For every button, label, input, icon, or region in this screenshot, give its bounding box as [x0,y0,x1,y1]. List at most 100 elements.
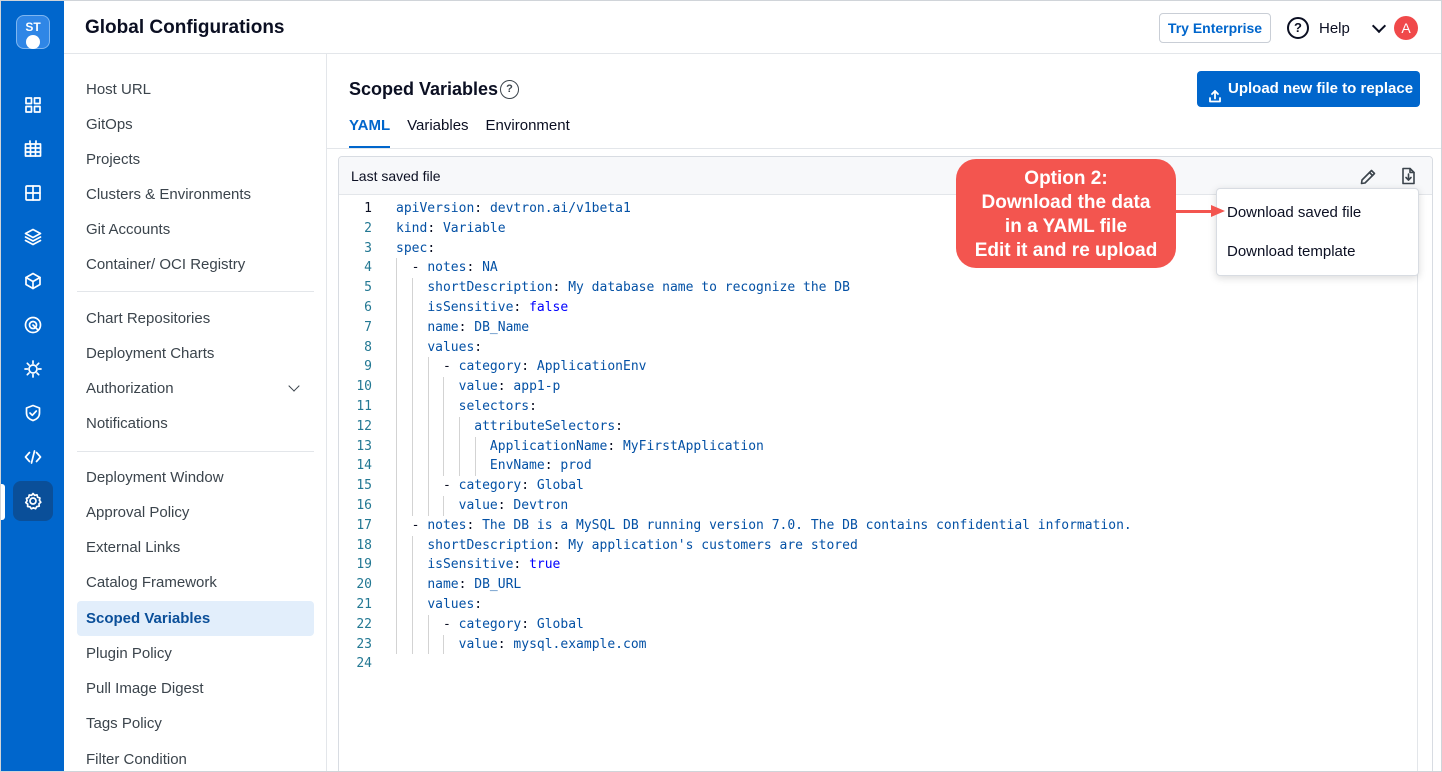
indent-guide [475,436,476,477]
code-line: 22 - category: Global [339,615,584,635]
shield-check-icon[interactable] [13,393,53,433]
settings-icon[interactable] [13,481,53,521]
code-line: 19 isSensitive: true [339,555,560,575]
nav-item-deployment-charts[interactable]: Deployment Charts [77,336,314,371]
code-line: 7 name: DB_Name [339,318,529,338]
help-menu[interactable]: ? Help [1287,17,1386,39]
nav-item-approval-policy[interactable]: Approval Policy [77,495,314,530]
line-number: 18 [356,537,372,553]
tab-yaml[interactable]: YAML [349,117,391,148]
nav-item-clusters[interactable]: Clusters & Environments [77,177,314,212]
nav-item-catalog-framework[interactable]: Catalog Framework [77,565,314,600]
line-number: 16 [356,498,372,513]
upload-file-button[interactable]: Upload new file to replace [1197,71,1420,107]
annotation-arrow [1176,210,1214,213]
avatar[interactable]: A [1394,16,1418,40]
grid-icon[interactable] [13,85,53,125]
nav-item-git-accounts[interactable]: Git Accounts [77,212,314,247]
line-number: 8 [364,339,372,355]
panel-title: Last saved file [351,168,441,184]
indent-guide [443,496,445,516]
code-icon[interactable] [13,437,53,477]
nav-item-deployment-window[interactable]: Deployment Window [77,460,314,495]
download-saved-file-option[interactable]: Download saved file [1227,204,1361,221]
nav-item-container-registry[interactable]: Container/ OCI Registry [77,247,314,282]
code-line: 14 EnvName: prod [339,456,591,476]
section-title: Scoped Variables [349,79,499,99]
download-file-icon[interactable] [1398,166,1418,186]
target-icon[interactable] [13,305,53,345]
callout-line: Edit it and re upload [974,240,1158,261]
nav-item-authorization[interactable]: Authorization [77,371,314,406]
tab-variables[interactable]: Variables [407,117,468,148]
code-line: 16 value: Devtron [339,496,568,516]
indent-guide [411,278,413,516]
pencil-icon[interactable] [1358,167,1378,187]
code-line: 21 values: [339,595,482,615]
code-text: value: Devtron [458,498,569,513]
code-line: 9 - category: ApplicationEnv [339,357,646,377]
table-icon[interactable] [13,129,53,169]
editor-scrollbar[interactable] [1417,207,1418,771]
line-number: 22 [356,616,372,632]
code-line: 6 isSensitive: false [339,298,568,318]
apps-icon[interactable] [13,173,53,213]
code-line: 18 shortDescription: My application's cu… [339,536,857,556]
nav-item-scoped-variables[interactable]: Scoped Variables [77,601,314,636]
line-number: 17 [356,517,372,533]
code-line: 13 ApplicationName: MyFirstApplication [339,437,764,457]
code-text: - category: Global [442,616,584,632]
nav-item-projects[interactable]: Projects [77,142,314,177]
nav-item-host-url[interactable]: Host URL [77,72,314,107]
nav-item-tags-policy[interactable]: Tags Policy [77,706,314,741]
line-number: 2 [364,220,372,236]
code-text: selectors: [458,399,537,414]
logo-text: ST [25,20,41,34]
nav-item-external-links[interactable]: External Links [77,530,314,565]
nav-divider [77,291,314,292]
upload-file-label: Upload new file to replace [1228,80,1414,97]
code-text: isSensitive: true [427,557,561,573]
nav-item-gitops[interactable]: GitOps [77,107,314,142]
code-text: shortDescription: My database name to re… [427,280,850,296]
code-line: 4 - notes: NA [339,258,498,278]
nav-item-pull-image-digest[interactable]: Pull Image Digest [77,671,314,706]
gear-bug-icon[interactable] [13,349,53,389]
code-text: values: [427,597,483,612]
line-number: 10 [356,379,372,395]
nav-item-plugin-policy[interactable]: Plugin Policy [77,636,314,671]
callout-line: Download the data [981,192,1151,213]
line-number: 21 [356,597,372,612]
code-text: name: DB_URL [427,577,522,593]
code-text: spec: [396,240,436,256]
nav-divider [77,451,314,452]
code-text: shortDescription: My application's custo… [427,537,858,553]
code-line: 5 shortDescription: My database name to … [339,278,850,298]
download-dropdown: Download saved file Download template [1216,188,1419,276]
nav-item-notifications[interactable]: Notifications [77,406,314,441]
line-number: 7 [364,319,372,335]
line-number: 4 [364,260,372,276]
nav-item-chart-repositories[interactable]: Chart Repositories [77,301,314,336]
code-text: kind: Variable [396,220,506,236]
nav-item-filter-condition[interactable]: Filter Condition [77,742,314,771]
code-text: - notes: The DB is a MySQL DB running ve… [411,517,1132,533]
question-icon[interactable]: ? [500,80,519,99]
main-content: Scoped Variables ? Upload new file to re… [327,54,1441,771]
layers-icon[interactable] [13,217,53,257]
yaml-editor[interactable]: 1 apiVersion: devtron.ai/v1beta1 2 kind: Va… [339,197,1432,771]
tab-environment[interactable]: Environment [486,117,570,148]
tab-bar: YAML Variables Environment [349,117,570,148]
code-text: value: app1-p [458,379,561,395]
code-text: values: [427,339,483,355]
settings-nav: Host URL GitOps Projects Clusters & Envi… [64,54,327,771]
logo[interactable]: ST [16,15,50,49]
indent-guide [396,258,397,655]
help-icon: ? [1287,17,1309,39]
try-enterprise-button[interactable]: Try Enterprise [1159,13,1271,43]
annotation-arrow-head [1211,205,1225,217]
code-line: 15 - category: Global [339,476,584,496]
tabs-divider [327,148,1441,149]
download-template-option[interactable]: Download template [1227,243,1355,260]
cube-icon[interactable] [13,261,53,301]
